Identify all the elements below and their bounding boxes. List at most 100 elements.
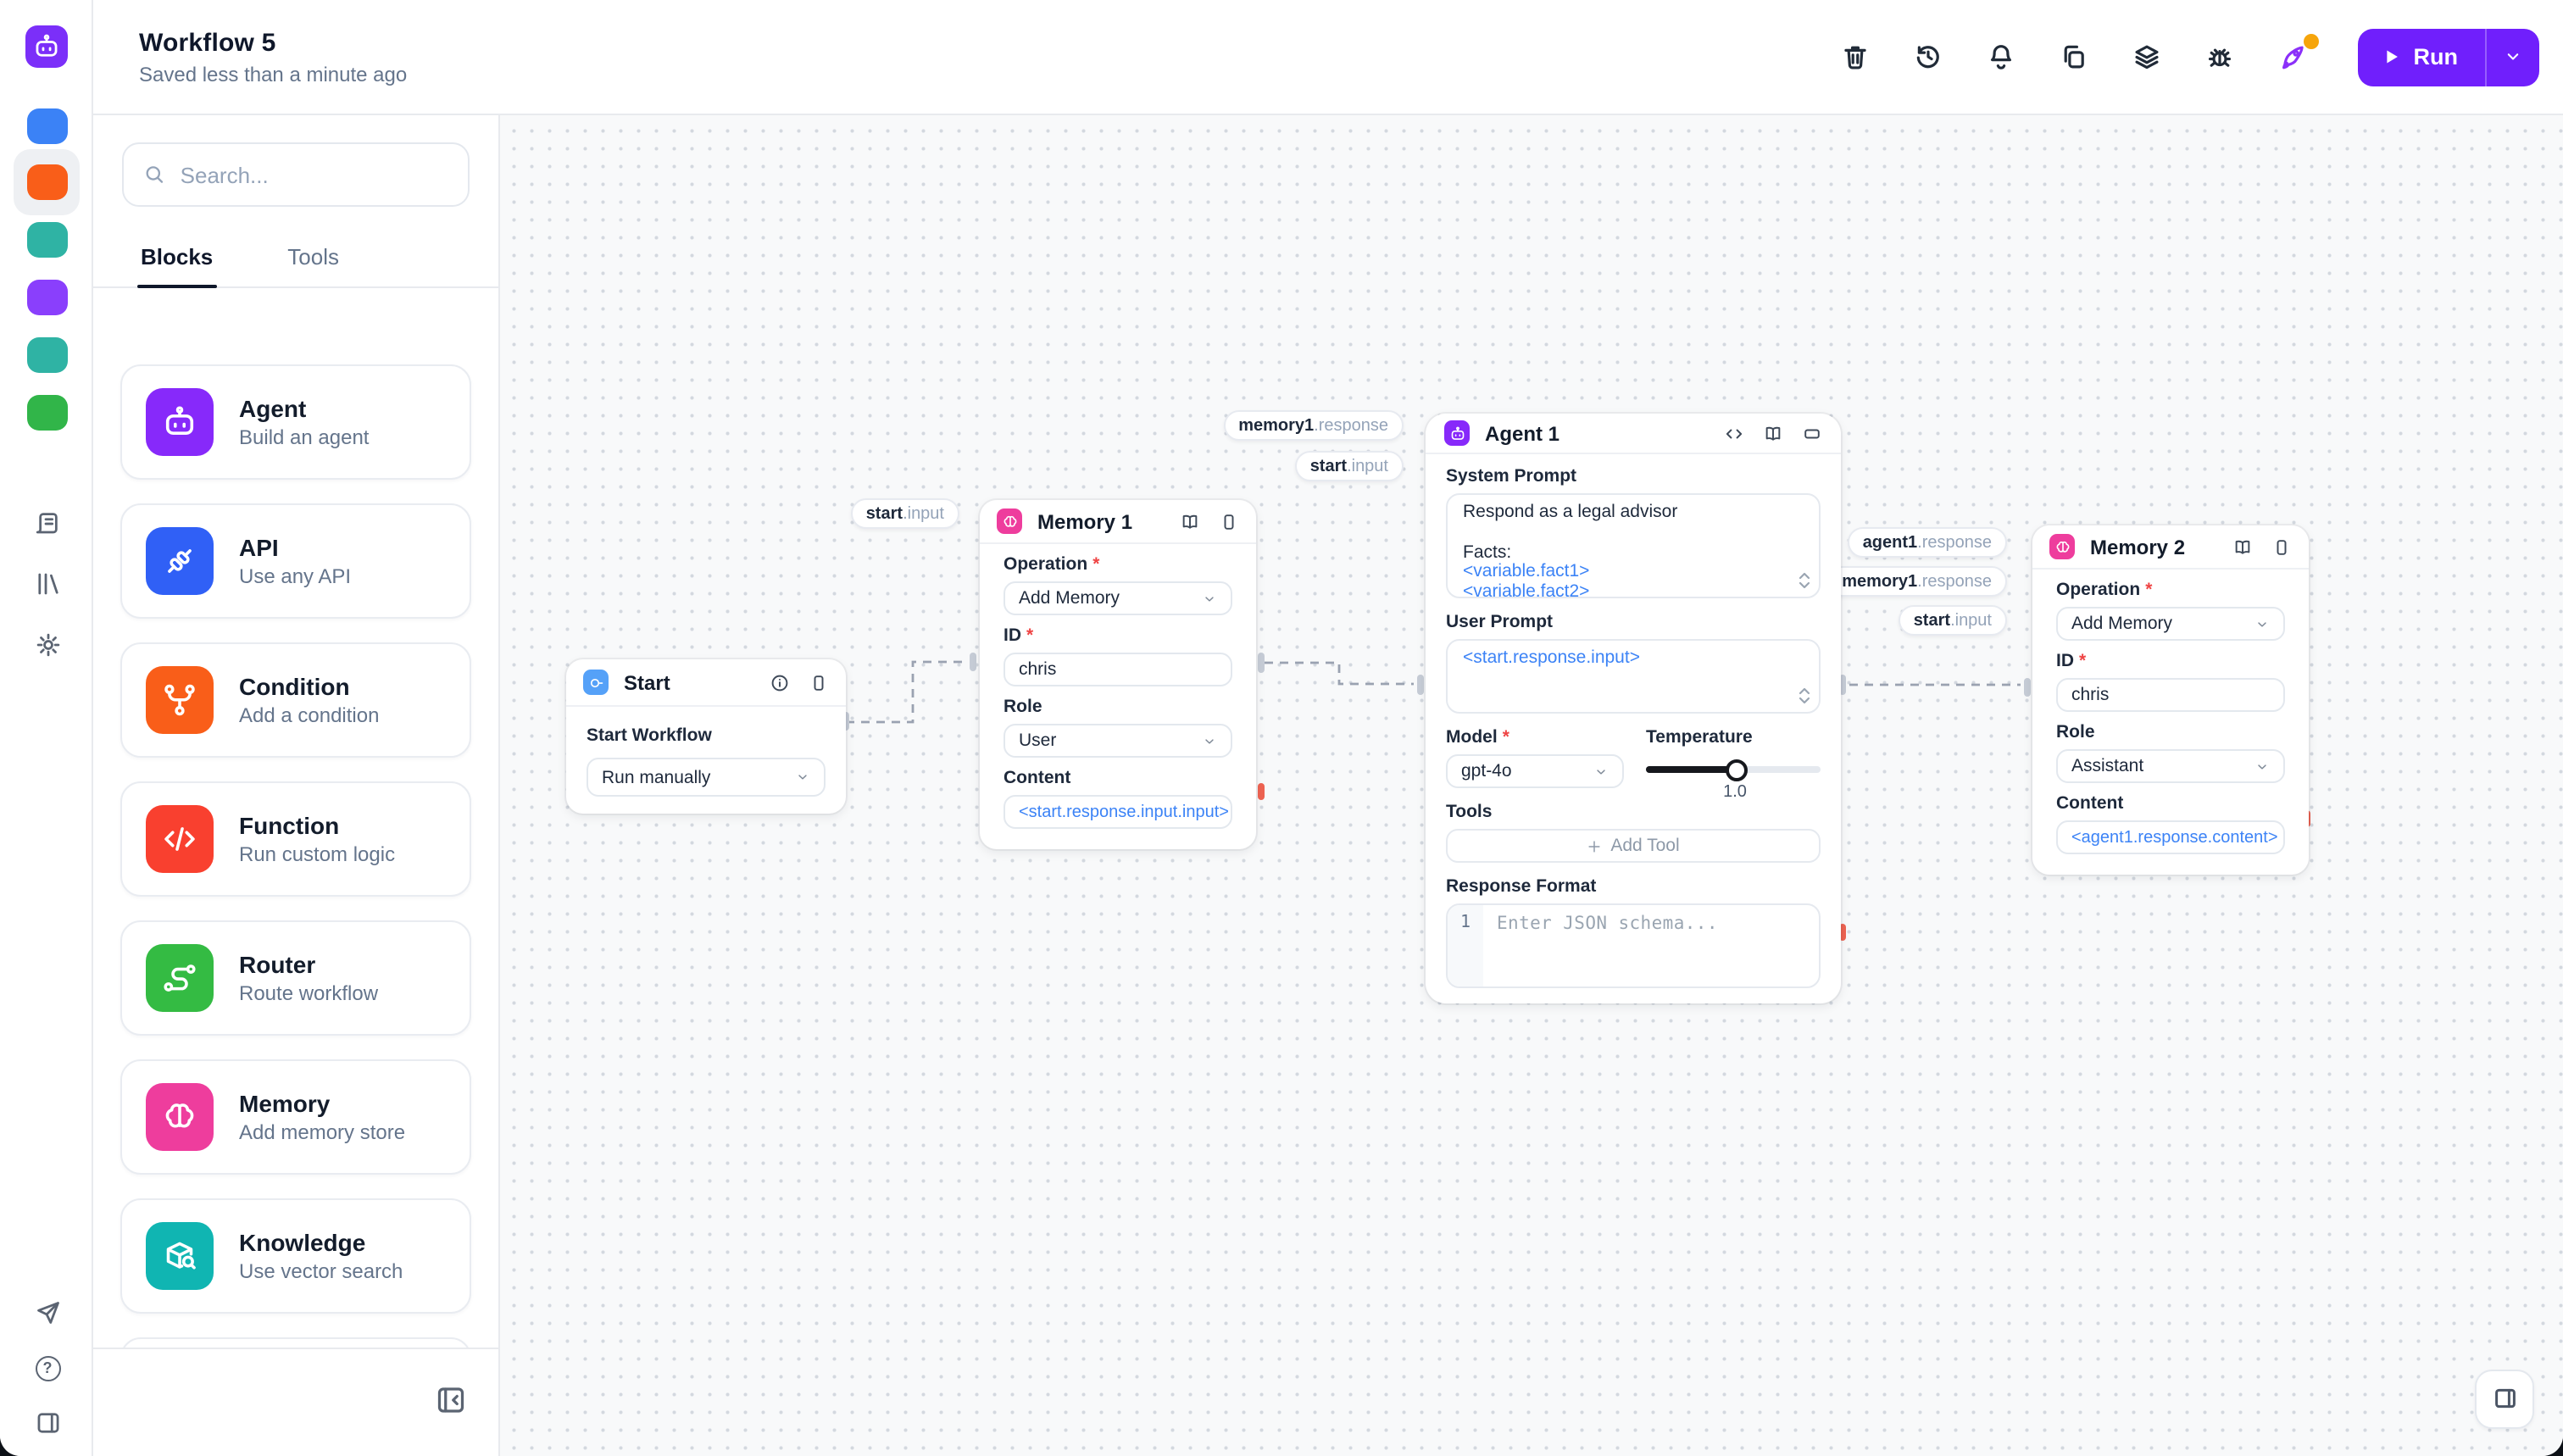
plus-icon [1588, 840, 1600, 852]
workspace-item-2-active[interactable] [26, 164, 67, 200]
role-select[interactable]: Assistant [2056, 749, 2285, 783]
block-card-workflow[interactable]: Workflow [120, 1337, 471, 1348]
history-button[interactable] [1914, 42, 1943, 71]
content-input[interactable]: <start.response.input.input> [1004, 795, 1232, 829]
workspace-item-4[interactable] [26, 280, 67, 315]
node-memory2[interactable]: Memory 2 Operation * Add Memory ID * chr… [2032, 525, 2309, 875]
settings-button[interactable] [32, 629, 63, 659]
resize-handle-icon[interactable] [1799, 571, 1810, 590]
run-button-group: Run [2357, 28, 2539, 86]
slider-knob[interactable] [1726, 759, 1749, 781]
node-memory1[interactable]: Memory 1 Operation * Add Memory ID * chr… [980, 500, 1256, 849]
block-desc: Use any API [239, 564, 352, 588]
block-card-condition[interactable]: Condition Add a condition [120, 642, 471, 758]
play-icon [2386, 50, 2398, 64]
block-card-agent[interactable]: Agent Build an agent [120, 364, 471, 480]
node-title: Start [624, 670, 670, 694]
block-title: Function [239, 812, 340, 839]
block-card-function[interactable]: Function Run custom logic [120, 781, 471, 897]
role-select[interactable]: User [1004, 724, 1232, 758]
block-desc: Run custom logic [239, 842, 396, 866]
memory1-output-handle[interactable] [1258, 653, 1265, 673]
select-value: User [1019, 731, 1057, 751]
memory2-input-handle[interactable] [2024, 678, 2031, 697]
field-label: ID * [2056, 651, 2087, 671]
edge-start-to-memory1 [846, 660, 965, 724]
info-icon[interactable] [770, 672, 790, 692]
run-button[interactable]: Run [2358, 28, 2486, 86]
block-desc: Use vector search [239, 1259, 403, 1283]
library-button[interactable] [32, 568, 63, 598]
code-view-icon[interactable] [1724, 423, 1744, 443]
search-input[interactable] [180, 162, 448, 187]
chevron-down-icon [2507, 53, 2519, 60]
toggle-card-icon[interactable] [809, 672, 829, 692]
model-select[interactable]: gpt-4o [1446, 754, 1624, 788]
blocks-sidebar: Blocks Tools Agent Build an agent [93, 115, 500, 1456]
content-input[interactable]: <agent1.response.content> [2056, 820, 2285, 854]
delete-workflow-button[interactable] [1841, 42, 1870, 71]
run-options-button[interactable] [2487, 28, 2539, 86]
docs-icon[interactable] [1180, 511, 1200, 531]
temperature-slider[interactable]: 1.0 [1646, 754, 1821, 802]
operation-select[interactable]: Add Memory [1004, 581, 1232, 615]
memory1-error-handle[interactable] [1258, 783, 1265, 800]
node-start[interactable]: Start Start Workflow Run manually [566, 659, 846, 814]
resize-handle-icon[interactable] [1799, 686, 1810, 705]
input-value: chris [2071, 685, 2110, 705]
id-input[interactable]: chris [1004, 653, 1232, 686]
history-icon [1916, 46, 1939, 69]
bug-icon [2208, 48, 2231, 67]
system-prompt-textarea[interactable]: Respond as a legal advisor Facts: <varia… [1446, 493, 1821, 602]
docs-icon[interactable] [2232, 536, 2253, 557]
search-box[interactable] [122, 142, 470, 207]
variables-button[interactable] [2132, 42, 2161, 71]
knowledge-tile [146, 1222, 214, 1290]
workspace-item-6[interactable] [26, 395, 67, 431]
debug-button[interactable] [2205, 42, 2234, 71]
add-tool-button[interactable]: Add Tool [1446, 829, 1821, 863]
node-title: Memory 1 [1037, 509, 1133, 533]
user-prompt-textarea[interactable]: <start.response.input> [1446, 639, 1821, 714]
block-card-knowledge[interactable]: Knowledge Use vector search [120, 1198, 471, 1314]
save-status: Saved less than a minute ago [139, 62, 408, 86]
toggle-card-icon[interactable] [1802, 423, 1822, 443]
router-tile [146, 944, 214, 1012]
invite-button[interactable] [32, 1297, 63, 1327]
response-format-editor[interactable]: 1 Enter JSON schema... [1446, 903, 1821, 988]
trash-icon [1843, 46, 1866, 69]
toggle-right-panel-button[interactable] [2475, 1369, 2534, 1428]
workflow-canvas[interactable]: start .input memory1 .response start .input… [500, 115, 2563, 1456]
toggle-card-icon[interactable] [2271, 536, 2292, 557]
docs-icon[interactable] [1763, 423, 1783, 443]
logs-icon [33, 508, 62, 536]
id-input[interactable]: chris [2056, 678, 2285, 712]
tab-tools[interactable]: Tools [287, 227, 339, 286]
rocket-icon [2282, 46, 2304, 69]
operation-select[interactable]: Add Memory [2056, 607, 2285, 641]
block-card-api[interactable]: API Use any API [120, 503, 471, 619]
toggle-card-icon[interactable] [1219, 511, 1239, 531]
robot-logo-icon [32, 32, 61, 61]
notifications-button[interactable] [1987, 42, 2015, 71]
chevron-down-icon [1205, 596, 1214, 601]
logs-button[interactable] [32, 507, 63, 537]
collapse-sidebar-button[interactable] [434, 1383, 468, 1417]
deploy-button[interactable] [2278, 34, 2319, 71]
workspace-item-1[interactable] [26, 108, 67, 144]
workspace-item-3[interactable] [26, 222, 67, 258]
select-value: Run manually [602, 767, 711, 787]
memory1-input-handle[interactable] [970, 653, 976, 671]
app-logo[interactable] [25, 25, 68, 68]
agent1-input-handle[interactable] [1417, 675, 1424, 695]
workspace-item-5[interactable] [26, 337, 67, 373]
help-button[interactable]: ? [32, 1353, 63, 1383]
toggle-panel-button[interactable] [32, 1407, 63, 1437]
node-agent1[interactable]: Agent 1 System Prompt Respond as a legal… [1426, 414, 1841, 1003]
block-card-memory[interactable]: Memory Add memory store [120, 1059, 471, 1175]
field-label: Start Workflow [587, 725, 712, 746]
start-mode-select[interactable]: Run manually [587, 758, 826, 797]
tab-blocks[interactable]: Blocks [137, 227, 216, 288]
block-card-router[interactable]: Router Route workflow [120, 920, 471, 1036]
duplicate-button[interactable] [2060, 42, 2088, 71]
